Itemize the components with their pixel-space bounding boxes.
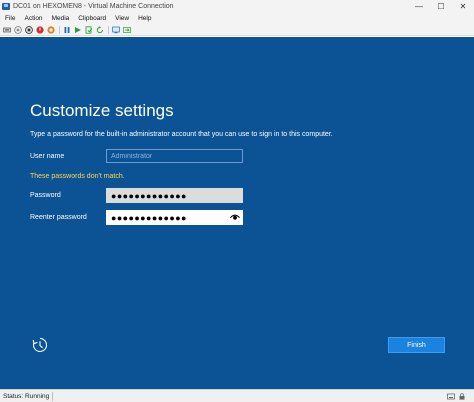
username-label: User name [30,153,65,160]
reenter-password-field[interactable] [106,210,243,225]
toolbar-separator [59,25,60,34]
status-separator [52,391,54,401]
ctrl-alt-del-icon[interactable] [3,26,11,34]
maximize-button[interactable]: ☐ [430,0,452,13]
close-button[interactable]: ✕ [452,0,474,13]
menu-view[interactable]: View [110,15,133,22]
finish-button[interactable]: Finish [388,337,445,353]
window-title: DC01 on HEXOMEN8 - Virtual Machine Conne… [13,3,174,10]
revert-icon[interactable] [96,25,104,34]
turn-off-icon[interactable] [25,25,33,34]
page-title: Customize settings [30,101,174,120]
shut-down-icon[interactable] [36,25,44,34]
toolbar [0,24,474,36]
keyboard-icon [447,393,455,399]
menu-bar: File Action Media Clipboard View Help [0,13,474,24]
status-tray [444,392,474,400]
setup-description: Type a password for the built-in adminis… [30,131,333,138]
share-icon[interactable] [123,26,131,34]
vm-status: Status: Running [3,392,50,400]
vm-screen[interactable]: Customize settings Type a password for t… [0,37,474,389]
menu-clipboard[interactable]: Clipboard [73,15,110,22]
window-controls: — ☐ ✕ [408,0,474,13]
enhanced-session-icon[interactable] [112,26,120,34]
menu-action[interactable]: Action [19,15,46,22]
reveal-password-icon[interactable] [230,212,240,222]
lock-icon [459,392,465,400]
checkpoint-icon[interactable] [85,25,93,34]
username-field[interactable] [106,149,243,163]
start-icon[interactable] [14,25,22,34]
window-titlebar: DC01 on HEXOMEN8 - Virtual Machine Conne… [0,0,474,13]
toolbar-separator [108,25,109,34]
ease-of-access-icon[interactable] [32,337,48,353]
password-label: Password [30,192,61,199]
vm-connection-icon [2,3,10,10]
reset-icon[interactable] [74,26,82,34]
menu-media[interactable]: Media [47,15,74,22]
status-bar: Status: Running [0,389,474,402]
menu-help[interactable]: Help [133,15,155,22]
menu-file[interactable]: File [0,15,19,22]
password-field[interactable] [106,188,243,203]
minimize-button[interactable]: — [408,0,430,13]
pause-icon[interactable] [63,26,71,34]
password-mismatch-error: These passwords don't match. [30,173,125,180]
reenter-password-label: Reenter password [30,214,87,221]
save-icon[interactable] [47,25,55,34]
